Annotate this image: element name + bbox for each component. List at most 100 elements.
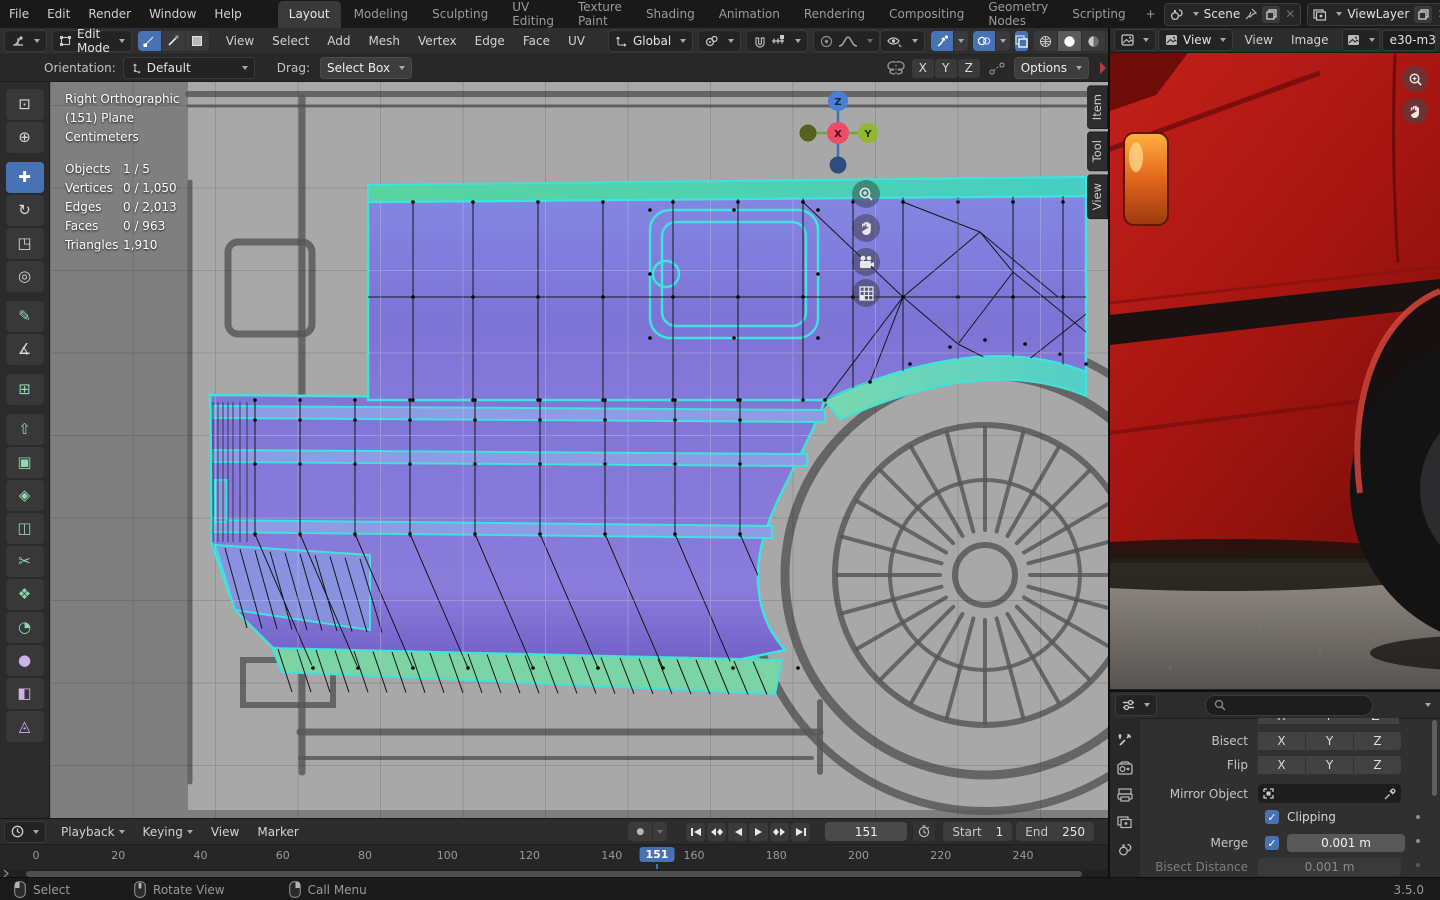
animate-dot[interactable]	[1416, 839, 1420, 843]
new-scene-button[interactable]	[1262, 5, 1281, 23]
play-button[interactable]	[749, 822, 769, 841]
jump-to-start-button[interactable]	[686, 822, 706, 841]
scene-selector[interactable]: Scene ✕	[1163, 2, 1302, 26]
edge-select-button[interactable]	[161, 31, 185, 51]
show-gizmo-button[interactable]	[931, 31, 954, 51]
end-frame-field[interactable]: End 250	[1016, 822, 1094, 841]
eyedropper-icon[interactable]	[1384, 788, 1396, 800]
current-frame-field[interactable]: 151	[825, 822, 908, 841]
wireframe-shading-button[interactable]	[1034, 31, 1058, 51]
bisect-distance-field[interactable]: 0.001 m	[1258, 858, 1401, 876]
image-pan-button[interactable]	[1402, 98, 1428, 124]
tool-spin[interactable]: ◔	[5, 612, 44, 643]
tool-annotate[interactable]: ✎	[5, 301, 44, 332]
topbar-menu-item[interactable]: File	[0, 0, 38, 28]
timeline-scrollbar[interactable]	[26, 870, 1082, 877]
scene-name[interactable]: Scene	[1204, 7, 1241, 21]
show-overlays-button[interactable]	[973, 31, 996, 51]
options-dropdown[interactable]: Options	[1013, 57, 1089, 79]
zoom-button[interactable]	[852, 180, 880, 208]
viewport-menu-item[interactable]: Face	[514, 28, 559, 54]
panel-overflow-arrow[interactable]	[1099, 61, 1107, 75]
tool-select-box[interactable]: ⊡	[5, 89, 44, 120]
workspace-tab[interactable]: Scripting	[1061, 1, 1136, 28]
workspace-tab[interactable]: UV Editing	[501, 0, 565, 28]
pin-icon[interactable]	[1245, 8, 1258, 20]
tool-tab-icon[interactable]	[1117, 732, 1133, 748]
editor-type-button[interactable]	[4, 30, 47, 52]
face-select-button[interactable]	[185, 31, 209, 51]
tool-poly-build[interactable]: ❖	[5, 579, 44, 610]
play-reverse-button[interactable]	[728, 822, 748, 841]
orientation-setting-dropdown[interactable]: Default	[122, 57, 255, 79]
image-editor-menu-item[interactable]: View	[1235, 28, 1281, 52]
workspace-tab[interactable]: Compositing	[878, 1, 975, 28]
viewport-menu-item[interactable]: UV	[559, 28, 594, 54]
sidebar-tab[interactable]: View	[1087, 173, 1108, 219]
viewport-menu-item[interactable]: Mesh	[359, 28, 409, 54]
bisect-axis-button[interactable]: Y	[1306, 732, 1353, 750]
image-editor-type-button[interactable]	[1114, 29, 1156, 51]
image-zoom-button[interactable]	[1402, 66, 1428, 92]
viewport-menu-item[interactable]: View	[217, 28, 263, 54]
clipping-checkbox[interactable]: ✓	[1265, 810, 1279, 824]
material-preview-button[interactable]	[1082, 31, 1106, 51]
start-frame-field[interactable]: Start 1	[943, 822, 1013, 841]
mirror-axis-button[interactable]: X	[1258, 718, 1305, 724]
topbar-menu-item[interactable]: Window	[140, 0, 205, 28]
proportional-edit-button[interactable]	[813, 30, 881, 52]
merge-threshold-field[interactable]: 0.001 m	[1287, 834, 1405, 852]
new-viewlayer-button[interactable]	[1414, 5, 1433, 23]
scene-tab-icon[interactable]	[1118, 842, 1133, 857]
mirror-axis-button[interactable]: Y	[1305, 718, 1352, 724]
image-editor-menu-item[interactable]: Image	[1282, 28, 1338, 52]
image-name-field[interactable]: e30-m3-12.jpg	[1381, 29, 1436, 51]
navigation-gizmo[interactable]: Z Y X	[798, 90, 878, 176]
mirror-axis-button[interactable]: Z	[1352, 718, 1399, 724]
tool-add-cube[interactable]: ⊞	[5, 374, 44, 405]
properties-scrollbar[interactable]	[1432, 720, 1437, 796]
xray-toggle-button[interactable]	[1015, 31, 1029, 51]
bisect-axis-button[interactable]: Z	[1354, 732, 1401, 750]
merge-checkbox[interactable]: ✓	[1265, 836, 1279, 850]
solid-shading-button[interactable]	[1058, 31, 1082, 51]
workspace-tab[interactable]: Layout	[277, 0, 341, 28]
timeline-menu-item[interactable]: Marker	[248, 819, 307, 844]
viewport-menu-item[interactable]: Add	[318, 28, 359, 54]
tool-rotate[interactable]: ↻	[5, 195, 44, 226]
tool-move[interactable]: ✚	[5, 162, 44, 193]
image-mode-selector[interactable]: View	[1158, 29, 1234, 51]
workspace-tab[interactable]: Shading	[635, 1, 706, 28]
overlays-dropdown[interactable]	[996, 31, 1011, 51]
workspace-tab[interactable]: Modeling	[343, 1, 420, 28]
tool-smooth[interactable]: ●	[5, 645, 44, 676]
use-preview-range-button[interactable]	[913, 822, 936, 841]
transform-orientation[interactable]: Global	[607, 30, 694, 52]
tool-extrude-region[interactable]: ⇧	[5, 414, 44, 445]
flip-axis-button[interactable]: Y	[1306, 756, 1353, 774]
reference-photo[interactable]	[1110, 53, 1440, 689]
flip-axis-button[interactable]: X	[1258, 756, 1305, 774]
playhead[interactable]: 151	[639, 847, 675, 862]
auto-key-button[interactable]: ●	[628, 822, 653, 841]
viewport-menu-item[interactable]: Edge	[466, 28, 514, 54]
symmetry-axis-button[interactable]: Y	[934, 58, 957, 78]
viewlayer-tab-icon[interactable]	[1117, 815, 1133, 829]
animate-dot[interactable]	[1416, 863, 1420, 867]
mirror-object-field[interactable]	[1258, 784, 1401, 803]
animate-dot[interactable]	[1416, 815, 1420, 819]
gizmo-minus-y[interactable]	[799, 124, 817, 142]
tool-inset-faces[interactable]: ▣	[5, 447, 44, 478]
drag-setting-dropdown[interactable]: Select Box	[319, 57, 413, 79]
properties-editor-type-button[interactable]	[1115, 694, 1157, 716]
tool-loop-cut[interactable]: ◫	[5, 513, 44, 544]
viewlayer-name[interactable]: ViewLayer	[1347, 7, 1409, 21]
tool-scale[interactable]: ◳	[5, 228, 44, 259]
tool-bevel[interactable]: ◈	[5, 480, 44, 511]
properties-options-chevron[interactable]	[1425, 703, 1431, 707]
bisect-axis-button[interactable]: X	[1258, 732, 1305, 750]
render-tab-icon[interactable]	[1117, 761, 1133, 775]
image-datablock-icon-button[interactable]	[1341, 29, 1380, 51]
prev-keyframe-button[interactable]	[707, 822, 727, 841]
workspace-tab[interactable]: Animation	[708, 1, 791, 28]
